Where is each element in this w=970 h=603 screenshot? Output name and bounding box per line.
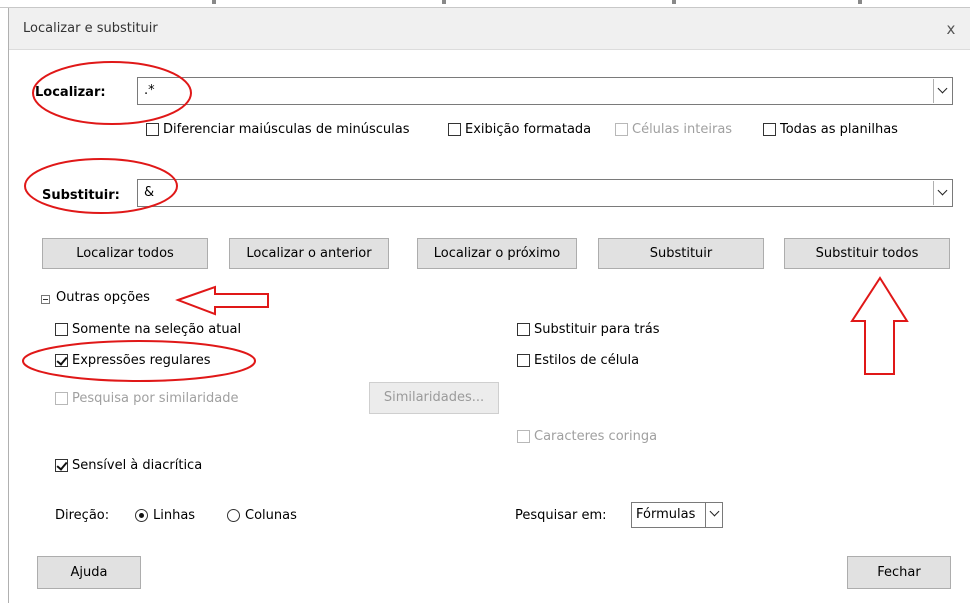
diacritic-sensitive-checkbox[interactable]	[55, 459, 68, 472]
replace-label: Substituir:	[42, 188, 120, 203]
other-options-expander[interactable]: Outras opções	[56, 290, 150, 305]
replace-button[interactable]: Substituir	[598, 238, 764, 269]
entire-cells-checkbox	[615, 123, 628, 136]
rows-radio[interactable]	[135, 509, 148, 522]
direction-label: Direção:	[55, 508, 110, 523]
chevron-down-icon[interactable]	[933, 79, 951, 103]
replace-backwards-label: Substituir para trás	[534, 322, 660, 337]
regular-expressions-checkbox[interactable]	[55, 354, 68, 367]
columns-radio[interactable]	[227, 509, 240, 522]
find-combobox[interactable]: .*	[137, 77, 953, 105]
entire-cells-label: Células inteiras	[632, 122, 733, 137]
close-button[interactable]: Fechar	[847, 556, 951, 589]
wildcards-label: Caracteres coringa	[534, 429, 658, 444]
close-icon[interactable]: x	[937, 16, 965, 42]
search-in-label: Pesquisar em:	[515, 508, 607, 523]
help-button[interactable]: Ajuda	[37, 556, 141, 589]
replace-combobox[interactable]: &	[137, 179, 953, 207]
diacritic-sensitive-label: Sensível à diacrítica	[72, 458, 203, 473]
current-selection-label: Somente na seleção atual	[72, 322, 242, 337]
replace-backwards-checkbox[interactable]	[517, 323, 530, 336]
match-case-label: Diferenciar maiúsculas de minúsculas	[163, 122, 410, 137]
collapse-icon[interactable]	[41, 295, 50, 304]
find-replace-dialog: Localizar e substituir x Localizar: .* D…	[8, 8, 970, 603]
match-case-checkbox[interactable]	[146, 123, 159, 136]
find-previous-button[interactable]: Localizar o anterior	[229, 238, 389, 269]
formatted-display-checkbox[interactable]	[448, 123, 461, 136]
search-in-value: Fórmulas	[636, 507, 696, 522]
cell-styles-label: Estilos de célula	[534, 353, 640, 368]
similarities-button: Similaridades...	[369, 382, 499, 414]
dialog-title: Localizar e substituir	[23, 21, 158, 36]
search-in-select[interactable]: Fórmulas	[631, 502, 723, 528]
all-sheets-label: Todas as planilhas	[780, 122, 898, 137]
find-next-button[interactable]: Localizar o próximo	[417, 238, 577, 269]
wildcards-checkbox	[517, 430, 530, 443]
cell-styles-checkbox[interactable]	[517, 354, 530, 367]
top-mark	[858, 0, 862, 4]
chevron-down-icon[interactable]	[933, 181, 951, 205]
replace-all-button[interactable]: Substituir todos	[784, 238, 950, 269]
chevron-down-icon[interactable]	[705, 503, 722, 527]
columns-label: Colunas	[245, 508, 297, 523]
similarity-search-checkbox	[55, 392, 68, 405]
top-mark	[212, 0, 216, 4]
current-selection-checkbox[interactable]	[55, 323, 68, 336]
rows-label: Linhas	[153, 508, 196, 523]
title-bar: Localizar e substituir x	[9, 8, 970, 50]
similarity-search-label: Pesquisa por similaridade	[72, 391, 239, 406]
replace-input[interactable]: &	[144, 185, 154, 200]
formatted-display-label: Exibição formatada	[465, 122, 592, 137]
find-all-button[interactable]: Localizar todos	[42, 238, 208, 269]
find-label: Localizar:	[35, 85, 106, 100]
regular-expressions-label: Expressões regulares	[72, 353, 211, 368]
find-input[interactable]: .*	[144, 83, 155, 98]
window-top-strip	[0, 0, 970, 8]
top-mark	[442, 0, 446, 4]
all-sheets-checkbox[interactable]	[763, 123, 776, 136]
top-mark	[672, 0, 676, 4]
